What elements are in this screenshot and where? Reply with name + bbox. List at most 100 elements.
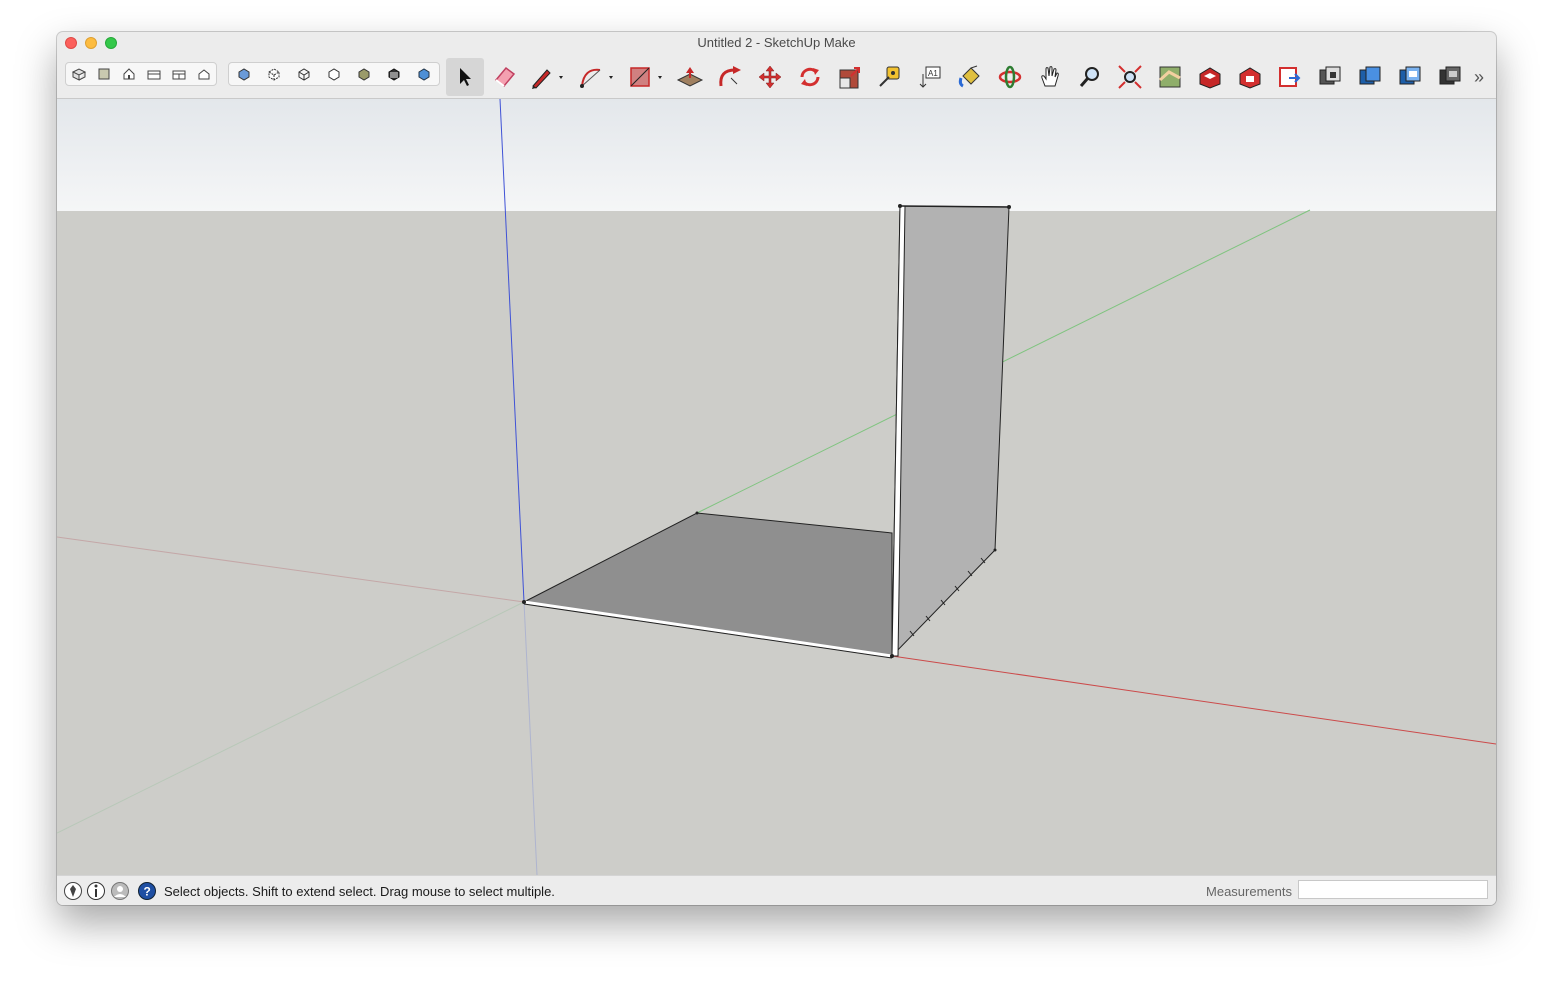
textured-cube-icon	[388, 68, 400, 81]
monochrome-cube-icon	[418, 68, 430, 81]
shaded-textures-style-button[interactable]	[379, 63, 409, 85]
move-arrows-icon	[758, 65, 782, 89]
svg-text:?: ?	[144, 885, 151, 899]
overflow-chevron-icon: »	[1473, 66, 1484, 87]
push-pull-tool[interactable]	[671, 58, 709, 96]
orbit-tool[interactable]	[991, 58, 1029, 96]
materials-icon	[1359, 66, 1381, 85]
sketchup-window: Untitled 2 - SketchUp Make A1 » ? Select…	[57, 32, 1496, 905]
text-tool[interactable]: A1	[911, 58, 949, 96]
status-message: Select objects. Shift to extend select. …	[164, 884, 555, 899]
left-view-icon	[198, 69, 209, 80]
wireframe-cube-icon	[298, 68, 310, 81]
sky-gradient	[57, 99, 1496, 211]
model-viewport[interactable]	[57, 98, 1496, 876]
styles-toolbar	[228, 62, 440, 86]
orbit-icon	[998, 65, 1022, 89]
title-bar: Untitled 2 - SketchUp Make	[57, 32, 1496, 54]
eraser-tool[interactable]	[486, 58, 524, 96]
iso-view-button[interactable]	[66, 63, 91, 85]
magnifier-icon	[1079, 67, 1099, 87]
rotate-tool[interactable]	[791, 58, 829, 96]
zoom-window-button[interactable]	[105, 37, 117, 49]
wall-top-edge	[899, 205, 1010, 208]
top-view-button[interactable]	[91, 63, 116, 85]
warehouse-icon	[1199, 67, 1221, 89]
right-view-button[interactable]	[141, 63, 166, 85]
back-edges-style-button[interactable]	[259, 63, 289, 85]
front-view-button[interactable]	[116, 63, 141, 85]
paint-bucket-tool[interactable]	[951, 58, 989, 96]
paint-bucket-icon	[958, 65, 980, 88]
measurements-input[interactable]	[1298, 880, 1488, 899]
materials-tool[interactable]	[1351, 58, 1389, 96]
eraser-icon	[494, 66, 516, 88]
position-camera-tool[interactable]	[1151, 58, 1189, 96]
house-icon	[123, 68, 134, 80]
wireframe-style-button[interactable]	[289, 63, 319, 85]
xray-cube-icon	[238, 68, 250, 81]
select-tool[interactable]	[446, 58, 484, 96]
status-bar: ? Select objects. Shift to extend select…	[57, 875, 1496, 905]
measurements-label: Measurements	[1206, 884, 1292, 899]
close-window-button[interactable]	[65, 37, 77, 49]
text-label-icon: A1	[919, 66, 941, 88]
layers-icon	[1399, 66, 1421, 85]
rotate-icon	[800, 67, 820, 87]
pencil-icon	[532, 69, 563, 89]
line-tool[interactable]	[529, 58, 567, 96]
hidden-line-cube-icon	[328, 68, 340, 81]
top-view-icon	[98, 68, 109, 80]
3d-warehouse-tool[interactable]	[1191, 58, 1229, 96]
svg-text:A1: A1	[928, 69, 938, 78]
zoom-extents-tool[interactable]	[1111, 58, 1149, 96]
scale-icon	[839, 67, 860, 89]
extension-warehouse-icon	[1239, 67, 1261, 89]
xray-style-button[interactable]	[229, 63, 259, 85]
extension-warehouse-tool[interactable]	[1231, 58, 1269, 96]
left-view-button[interactable]	[191, 63, 216, 85]
minimize-window-button[interactable]	[85, 37, 97, 49]
arc-tool[interactable]	[578, 58, 616, 96]
hand-icon	[1041, 66, 1059, 87]
model-canvas[interactable]	[57, 98, 1496, 876]
back-edges-cube-icon	[268, 68, 280, 81]
zoom-extents-icon	[1118, 65, 1142, 89]
scale-tool[interactable]	[831, 58, 869, 96]
user-account-icon[interactable]	[110, 881, 130, 901]
tape-measure-icon	[879, 66, 900, 87]
right-view-icon	[147, 70, 160, 80]
map-icon	[1159, 66, 1181, 88]
monochrome-style-button[interactable]	[409, 63, 439, 85]
main-toolbar: A1 »	[57, 54, 1496, 99]
send-to-layout-tool[interactable]	[1271, 58, 1309, 96]
styles-icon	[1439, 66, 1461, 85]
tape-measure-tool[interactable]	[871, 58, 909, 96]
arrow-cursor-icon	[460, 68, 471, 86]
instructor-help-icon[interactable]: ?	[137, 881, 157, 901]
back-view-button[interactable]	[166, 63, 191, 85]
window-title: Untitled 2 - SketchUp Make	[697, 35, 856, 50]
toolbar-overflow-button[interactable]: »	[1467, 58, 1491, 96]
iso-view-icon	[71, 68, 86, 81]
arc-icon	[580, 68, 613, 88]
components-tool[interactable]	[1311, 58, 1349, 96]
styles-tool[interactable]	[1431, 58, 1469, 96]
rectangle-icon	[630, 67, 662, 87]
geo-location-icon[interactable]	[63, 881, 83, 901]
hidden-line-style-button[interactable]	[319, 63, 349, 85]
shaded-cube-icon	[358, 68, 370, 81]
move-tool[interactable]	[751, 58, 789, 96]
pan-tool[interactable]	[1031, 58, 1069, 96]
components-icon	[1319, 66, 1341, 85]
send-to-layout-icon	[1279, 67, 1301, 87]
credits-icon[interactable]	[86, 881, 106, 901]
follow-me-tool[interactable]	[711, 58, 749, 96]
push-pull-icon	[676, 67, 704, 87]
rectangle-tool[interactable]	[627, 58, 665, 96]
shaded-style-button[interactable]	[349, 63, 379, 85]
back-view-icon	[172, 70, 185, 80]
zoom-tool[interactable]	[1071, 58, 1109, 96]
layers-tool[interactable]	[1391, 58, 1429, 96]
follow-me-icon	[719, 66, 741, 87]
